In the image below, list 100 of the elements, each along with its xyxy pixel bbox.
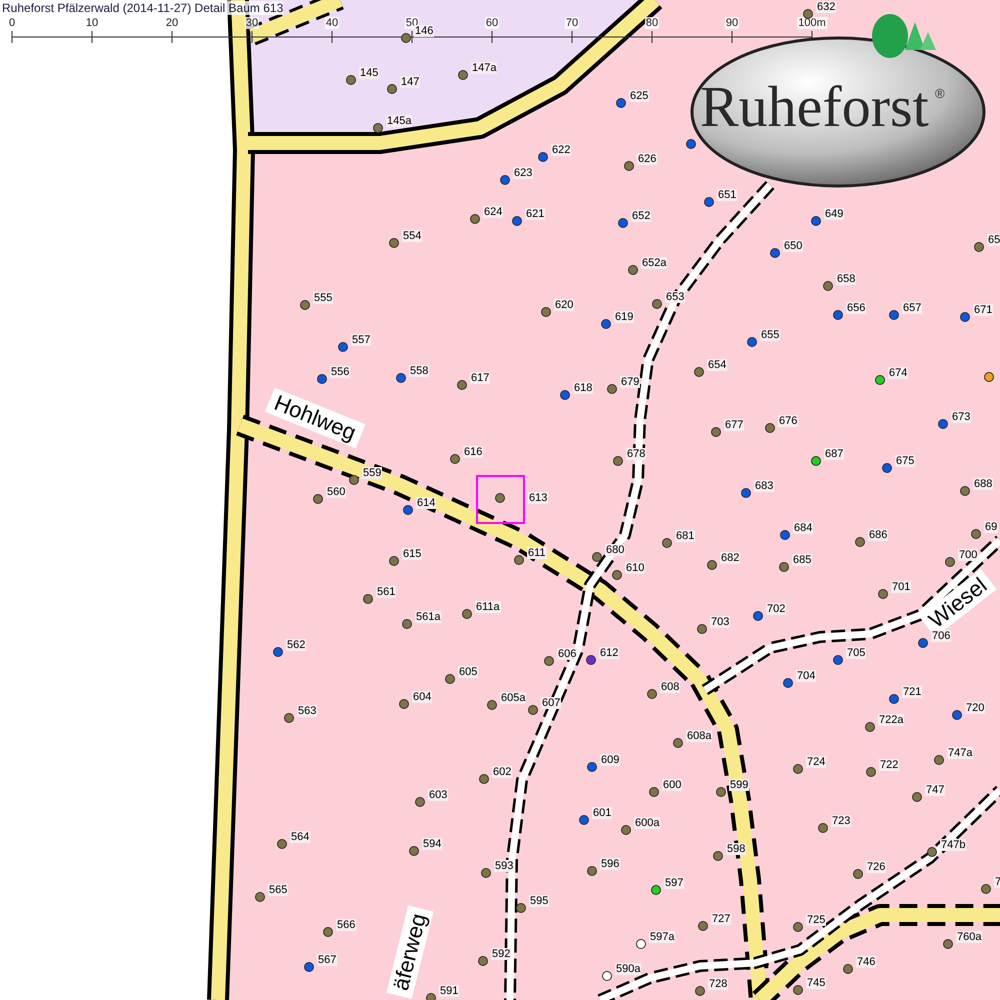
tree-number: 650 [783, 240, 804, 252]
tree-number: 562 [286, 639, 306, 651]
tree-number: 688 [973, 478, 994, 490]
tree-number: 592 [491, 948, 512, 960]
tree-number: 686 [868, 529, 888, 541]
scale-label: 20 [164, 17, 180, 29]
tree-number: 674 [888, 367, 908, 379]
scale-label: 40 [324, 17, 340, 29]
tree-number: 594 [422, 838, 442, 850]
tree-number: 651 [717, 189, 738, 201]
registered-mark: ® [935, 86, 945, 101]
tree-number: 678 [626, 448, 646, 460]
tree-number: 655 [760, 329, 780, 341]
tree-number: 747 [925, 784, 946, 796]
tree-number: 747b [940, 839, 966, 851]
tree-number: 147a [471, 62, 498, 74]
tree-number: 649 [824, 208, 844, 220]
tree-number: 676 [778, 415, 798, 427]
tree-number: 745 [806, 977, 826, 989]
tree-number: 706 [931, 630, 952, 642]
scale-label: 80 [644, 17, 660, 29]
tree-number: 677 [724, 419, 744, 431]
tree-number: 701 [891, 581, 912, 593]
tree-number: 591 [439, 985, 460, 997]
tree-number: 625 [629, 90, 650, 102]
tree-number: 652a [641, 257, 668, 269]
tree-number: 722 [879, 759, 900, 771]
tree-number: 598 [726, 843, 746, 855]
tree-number: 563 [297, 705, 318, 717]
tree-number: 658 [836, 273, 856, 285]
scale-label: 10 [84, 17, 100, 29]
tree-number: 671 [973, 304, 994, 316]
tree-number: 600a [634, 817, 660, 829]
tree-number: 702 [766, 603, 786, 615]
tree-number: 685 [792, 554, 812, 566]
tree-number: 680 [605, 544, 626, 556]
tree-number: 590a [615, 963, 642, 975]
tree-number: 621 [525, 208, 546, 220]
tree-number: 687 [824, 448, 844, 460]
tree-number: 624 [483, 206, 504, 218]
tree-number: 623 [513, 167, 534, 179]
tree-number: 705 [846, 647, 866, 659]
tree-number: 611 [527, 547, 547, 559]
tree-number: 618 [573, 382, 594, 394]
tree-number: 555 [313, 292, 334, 304]
tree-number: 615 [402, 548, 422, 560]
tree-number: 558 [409, 365, 430, 377]
tree-number: 611a [475, 601, 501, 613]
tree-number: 723 [831, 815, 852, 827]
tree-number: 626 [637, 153, 658, 165]
tree-number: 610 [625, 562, 646, 574]
tree-number: 145 [359, 67, 380, 79]
tree-number: 622 [551, 144, 572, 156]
scale-label: 0 [8, 17, 16, 29]
tree-number: 728 [708, 978, 728, 990]
tree-number: 747a [947, 747, 974, 759]
tree-number: 616 [463, 446, 484, 458]
tree-number: 682 [720, 552, 740, 564]
tree-number: 560 [326, 486, 346, 498]
tree-number: 700 [958, 549, 978, 561]
tree-number: 679 [620, 376, 640, 388]
tree-number: 727 [711, 913, 732, 925]
tree-number: 145a [386, 115, 412, 127]
tree-number: 605a [500, 692, 526, 704]
tree-number: 657 [902, 302, 922, 314]
tree-number: 673 [951, 411, 972, 423]
tree-number: 720 [965, 702, 986, 714]
tree-number: 632 [816, 1, 836, 13]
scale-label: 60 [484, 17, 500, 29]
scale-label: 30 [244, 17, 260, 29]
tree-number: 620 [554, 299, 574, 311]
tree-logo-icon [872, 14, 936, 58]
tree-number: 704 [796, 670, 816, 682]
tree-number: 703 [710, 616, 730, 628]
tree-number: 617 [470, 372, 490, 384]
tree-number: 556 [330, 366, 350, 378]
tree-number: 600 [662, 779, 682, 791]
tree-number: 554 [402, 230, 422, 242]
tree-number: 612 [599, 647, 620, 659]
scale-label: 70 [564, 17, 580, 29]
tree-number: 146 [414, 25, 434, 37]
tree-number: 557 [351, 334, 372, 346]
tree-number: 608a [686, 730, 712, 742]
tree-number: 721 [902, 686, 922, 698]
tree-number: 599 [729, 779, 750, 791]
tree-number: 593 [494, 860, 514, 872]
tree-number: 652 [631, 210, 652, 222]
tree-number: 561a [415, 611, 442, 623]
tree-number: 608 [660, 681, 680, 693]
tree-number: 684 [793, 522, 814, 534]
tree-number: 605 [458, 666, 478, 678]
tree-number: 69 [984, 521, 998, 533]
tree-number: 654 [707, 359, 728, 371]
tree-number: 681 [675, 530, 696, 542]
tree-number: 561 [376, 586, 396, 598]
tree-number: 606 [557, 648, 578, 660]
tree-number: 653 [665, 291, 686, 303]
tree-number: 760a [956, 931, 982, 943]
tree-number: 597 [664, 877, 684, 889]
tree-number: 596 [600, 858, 620, 870]
